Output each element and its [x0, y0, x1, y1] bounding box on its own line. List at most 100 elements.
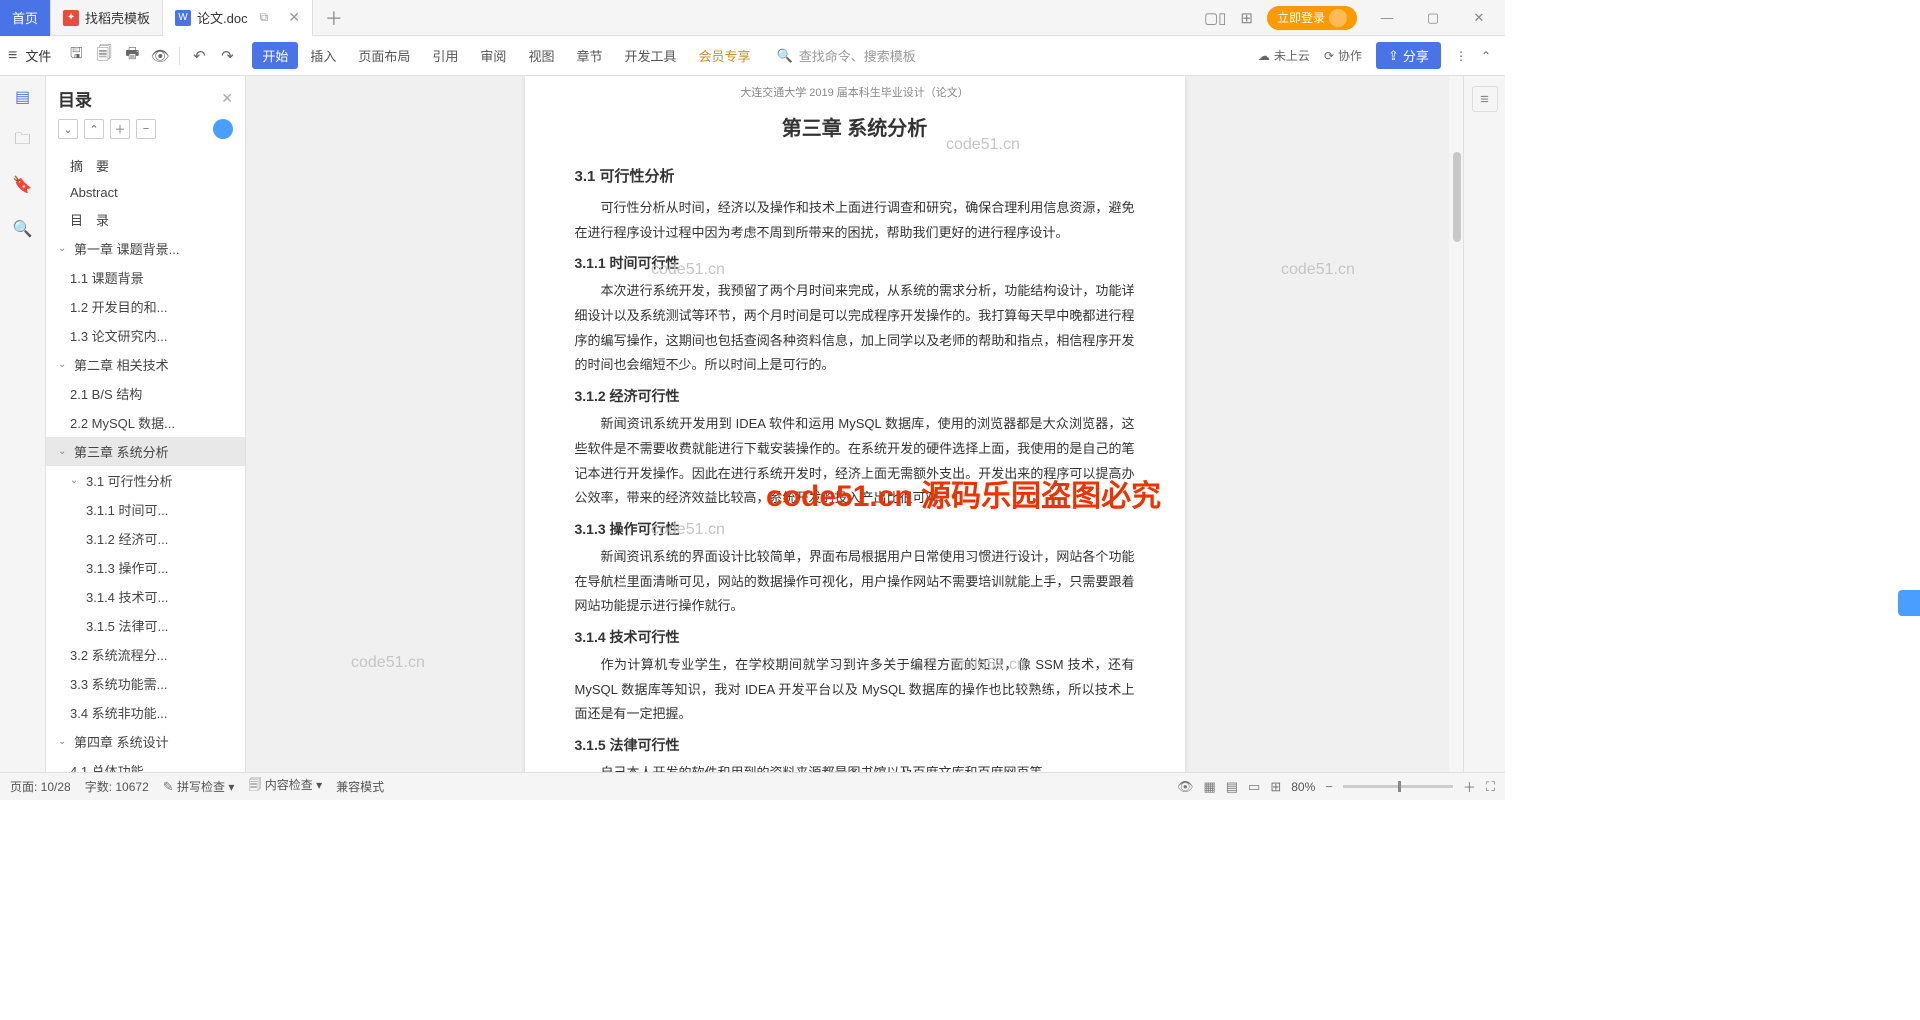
outline-label: 2.1 B/S 结构 — [70, 384, 142, 403]
collapse-ribbon-icon[interactable]: ⌃ — [1481, 49, 1491, 63]
zoom-out-icon[interactable]: − — [1325, 779, 1333, 794]
content-check-icon: 🗐 — [248, 777, 261, 792]
print-icon[interactable]: 🖶 — [119, 43, 145, 69]
outline-item[interactable]: 3.1.2 经济可... — [46, 524, 245, 553]
save-icon[interactable]: 🖫 — [63, 43, 89, 69]
outline-label: 1.2 开发目的和... — [70, 297, 168, 316]
outline-item[interactable]: 1.3 论文研究内... — [46, 321, 245, 350]
scroll-thumb[interactable] — [1453, 152, 1461, 242]
scrollbar[interactable] — [1449, 76, 1463, 772]
redo-icon[interactable]: ↷ — [214, 43, 240, 69]
tab-template[interactable]: ✦找稻壳模板 — [51, 0, 163, 36]
new-tab-button[interactable]: ＋ — [313, 5, 355, 31]
outline-item[interactable]: 3.2 系统流程分... — [46, 640, 245, 669]
outline-item[interactable]: 3.3 系统功能需... — [46, 669, 245, 698]
share-button[interactable]: ⇪分享 — [1376, 42, 1441, 69]
minimize-icon[interactable]: — — [1371, 10, 1403, 25]
properties-icon[interactable]: ≡ — [1472, 86, 1498, 112]
cloud-status[interactable]: ☁未上云 — [1258, 47, 1310, 64]
outline-item[interactable]: 目 录 — [46, 205, 245, 234]
zoom-slider[interactable] — [1343, 785, 1453, 788]
view-web-icon[interactable]: ▤ — [1226, 779, 1238, 795]
chevron-down-icon: ⌄ — [58, 736, 70, 747]
search-icon: 🔍 — [777, 48, 793, 64]
remove-section-icon[interactable]: − — [136, 119, 156, 139]
cloud-icon: ☁ — [1258, 49, 1270, 63]
view-print-icon[interactable]: ▦ — [1203, 779, 1215, 795]
ribbon-tab-vip[interactable]: 会员专享 — [688, 42, 760, 69]
outline-label: 第二章 相关技术 — [74, 355, 169, 374]
ribbon-tab-references[interactable]: 引用 — [422, 42, 468, 69]
outline-item[interactable]: 3.1.3 操作可... — [46, 553, 245, 582]
outline-label: 2.2 MySQL 数据... — [70, 413, 175, 432]
outline-item[interactable]: 摘 要 — [46, 151, 245, 180]
outline-item[interactable]: 1.1 课题背景 — [46, 263, 245, 292]
status-page[interactable]: 页面: 10/28 — [10, 778, 71, 795]
outline-list: 摘 要 Abstract目 录⌄第一章 课题背景...1.1 课题背景 1.2 开发… — [46, 147, 245, 772]
outline-item[interactable]: 4.1 总体功能 — [46, 756, 245, 772]
structure-icon[interactable]: 🗀 — [12, 130, 34, 152]
outline-item[interactable]: ⌄第四章 系统设计 — [46, 727, 245, 756]
menu-icon[interactable]: ≡ — [8, 47, 17, 65]
view-eye-icon[interactable]: 👁 — [1177, 779, 1194, 795]
status-compat[interactable]: 兼容模式 — [336, 778, 384, 795]
ribbon-tab-devtools[interactable]: 开发工具 — [614, 42, 686, 69]
apps-icon[interactable]: ⊞ — [1240, 9, 1253, 27]
tab-document[interactable]: W论文.doc⧉✕ — [163, 0, 313, 36]
view-read-icon[interactable]: ⊞ — [1270, 779, 1281, 795]
outline-close-icon[interactable]: ✕ — [221, 90, 233, 107]
layout-icon[interactable]: ▢▯ — [1204, 9, 1226, 27]
collab-icon: ⟳ — [1324, 49, 1334, 63]
outline-item[interactable]: ⌄3.1 可行性分析 — [46, 466, 245, 495]
document-page: 大连交通大学 2019 届本科生毕业设计（论文） 第三章 系统分析 3.1 可行… — [525, 76, 1185, 772]
outline-item[interactable]: 2.2 MySQL 数据... — [46, 408, 245, 437]
chapter-title: 第三章 系统分析 — [575, 112, 1135, 141]
duplicate-icon[interactable]: ⧉ — [260, 10, 269, 25]
add-section-icon[interactable]: ＋ — [110, 119, 130, 139]
tab-home[interactable]: 首页 — [0, 0, 51, 36]
status-words[interactable]: 字数: 10672 — [85, 778, 149, 795]
outline-item[interactable]: 2.1 B/S 结构 — [46, 379, 245, 408]
ribbon-tab-insert[interactable]: 插入 — [300, 42, 346, 69]
outline-item[interactable]: ⌄第二章 相关技术 — [46, 350, 245, 379]
outline-item[interactable]: 3.4 系统非功能... — [46, 698, 245, 727]
print-preview-icon[interactable]: 👁 — [147, 43, 173, 69]
outline-settings-icon[interactable] — [213, 119, 233, 139]
zoom-value[interactable]: 80% — [1291, 780, 1315, 794]
ribbon-tab-start[interactable]: 开始 — [252, 42, 298, 69]
side-tab[interactable] — [1898, 590, 1920, 616]
collab-button[interactable]: ⟳协作 — [1324, 47, 1362, 64]
save-as-icon[interactable]: 🗐 — [91, 43, 117, 69]
more-icon[interactable]: ⋮ — [1455, 49, 1467, 63]
find-icon[interactable]: 🔍 — [12, 218, 34, 240]
ribbon-tab-section[interactable]: 章节 — [566, 42, 612, 69]
outline-item[interactable]: Abstract — [46, 180, 245, 205]
undo-icon[interactable]: ↶ — [186, 43, 212, 69]
bookmark-icon[interactable]: 🔖 — [12, 174, 34, 196]
outline-item[interactable]: ⌄第三章 系统分析 — [46, 437, 245, 466]
file-menu[interactable]: 文件 — [25, 46, 51, 65]
login-button[interactable]: 立即登录 — [1267, 6, 1357, 30]
expand-all-icon[interactable]: ⌃ — [84, 119, 104, 139]
fullscreen-icon[interactable]: ⛶ — [1486, 779, 1495, 795]
outline-label: 4.1 总体功能 — [70, 761, 144, 772]
outline-item[interactable]: ⌄第一章 课题背景... — [46, 234, 245, 263]
outline-label: 摘 要 — [70, 156, 109, 175]
maximize-icon[interactable]: ▢ — [1417, 10, 1449, 26]
outline-item[interactable]: 3.1.5 法律可... — [46, 611, 245, 640]
status-spellcheck[interactable]: ✎ 拼写检查 ▾ — [163, 778, 235, 795]
outline-item[interactable]: 3.1.4 技术可... — [46, 582, 245, 611]
ribbon-tab-view[interactable]: 视图 — [518, 42, 564, 69]
close-window-icon[interactable]: ✕ — [1463, 10, 1495, 26]
ribbon-tab-layout[interactable]: 页面布局 — [348, 42, 420, 69]
outline-item[interactable]: 1.2 开发目的和... — [46, 292, 245, 321]
collapse-all-icon[interactable]: ⌄ — [58, 119, 78, 139]
view-outline-icon[interactable]: ▭ — [1248, 779, 1260, 795]
zoom-in-icon[interactable]: ＋ — [1463, 777, 1476, 796]
status-content-check[interactable]: 🗐 内容检查 ▾ — [248, 776, 322, 798]
outline-item[interactable]: 3.1.1 时间可... — [46, 495, 245, 524]
ribbon-tab-review[interactable]: 审阅 — [470, 42, 516, 69]
close-icon[interactable]: ✕ — [288, 9, 300, 26]
outline-icon[interactable]: ▤ — [12, 86, 34, 108]
command-search[interactable]: 🔍查找命令、搜索模板 — [777, 46, 916, 65]
